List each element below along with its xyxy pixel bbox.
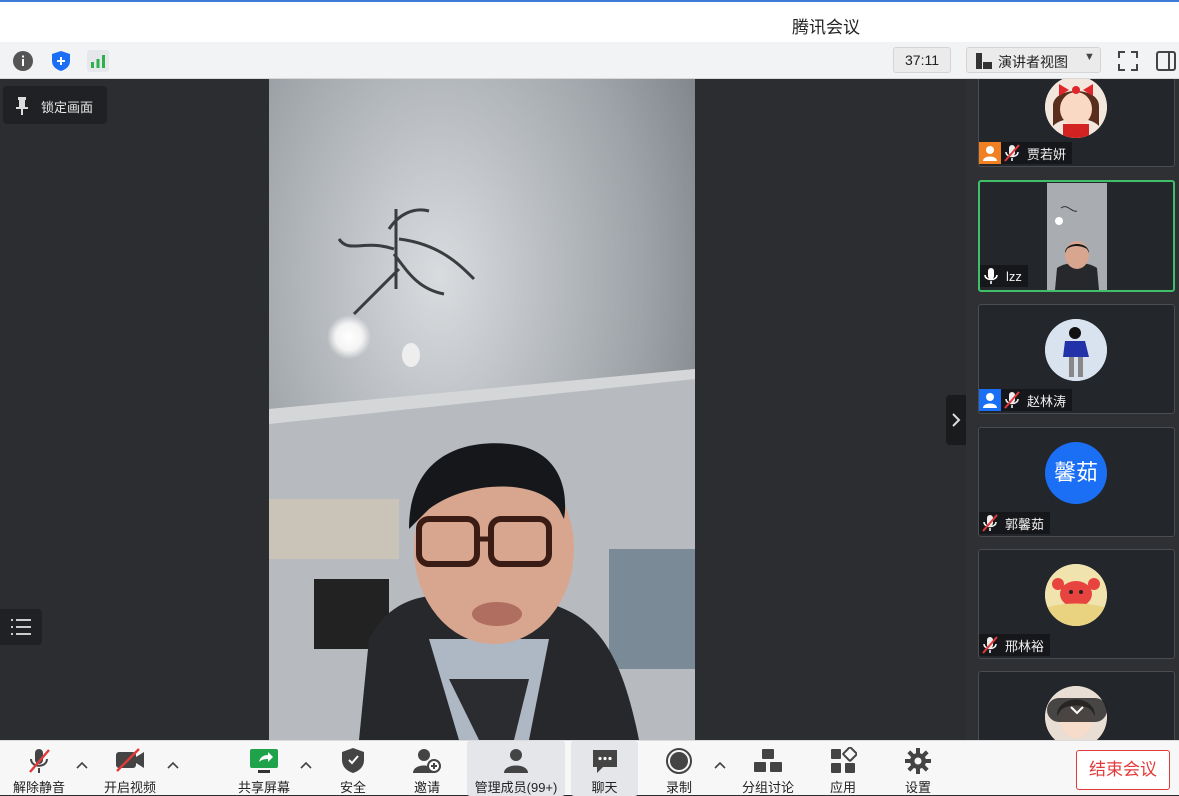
meeting-toolbar: 解除静音 开启视频 共享屏幕 安全 邀请 管理成员(99+) 聊天 录制 分组讨… [0, 740, 1179, 796]
participant-nametag: 贾若妍 [979, 142, 1073, 164]
participant-video-thumbnail [1047, 183, 1107, 290]
chat-icon [591, 747, 619, 778]
mic-muted-icon [979, 634, 1001, 656]
apps-button[interactable]: 应用 [820, 741, 866, 796]
avatar [1045, 79, 1107, 138]
participant-name: lzz [1006, 268, 1022, 284]
participant-tile[interactable]: 赵林涛 [978, 304, 1175, 414]
pin-icon [15, 97, 29, 118]
start-video-button[interactable]: 开启视频 [99, 741, 161, 796]
chevron-right-icon [951, 412, 961, 433]
record-button[interactable]: 录制 [656, 741, 702, 796]
mic-muted-icon [979, 512, 1001, 534]
settings-label: 设置 [904, 780, 931, 795]
participant-name: 贾若妍 [1027, 146, 1067, 162]
scroll-down-button[interactable] [1047, 698, 1107, 722]
window-title: 腾讯会议 [792, 18, 860, 37]
invite-button[interactable]: 邀请 [404, 741, 450, 796]
unmute-button[interactable]: 解除静音 [8, 741, 70, 796]
participant-nametag: 赵林涛 [979, 389, 1073, 411]
member-list-toggle[interactable] [0, 609, 42, 645]
host-badge-icon [979, 142, 1001, 164]
meeting-info-bar: 37:11 演讲者视图 ▼ [0, 42, 1179, 79]
speaker-view-icon [976, 53, 992, 72]
members-icon [502, 747, 530, 778]
invite-label: 邀请 [413, 780, 440, 795]
mic-muted-icon [1001, 142, 1023, 164]
host-badge-icon [979, 389, 1001, 411]
participant-tile[interactable]: 馨茹 郭馨茹 [978, 427, 1175, 537]
security-label: 安全 [339, 780, 366, 795]
participant-tile[interactable] [978, 671, 1175, 740]
fullscreen-icon[interactable] [1117, 50, 1139, 72]
list-icon [11, 617, 31, 642]
sidebar-toggle-icon[interactable] [1155, 50, 1177, 72]
participant-nametag: 郭馨茹 [979, 512, 1051, 534]
participant-tile[interactable]: 贾若妍 [978, 79, 1175, 167]
participant-nametag: lzz [980, 265, 1028, 287]
network-signal-icon[interactable] [87, 50, 109, 72]
camera-off-icon [114, 747, 146, 776]
chevron-up-icon[interactable] [713, 759, 727, 773]
apps-icon [829, 746, 858, 778]
settings-button[interactable]: 设置 [895, 741, 941, 796]
participant-name: 邢林裕 [1005, 638, 1045, 654]
chevron-up-icon[interactable] [166, 759, 180, 773]
apps-label: 应用 [829, 780, 856, 795]
window-title-bar: 腾讯会议 [0, 0, 1179, 42]
lock-view-button[interactable]: 锁定画面 [3, 86, 107, 124]
record-icon [665, 747, 693, 778]
lock-view-label: 锁定画面 [41, 100, 94, 115]
mic-muted-icon [1001, 389, 1023, 411]
share-screen-icon [249, 747, 279, 778]
end-meeting-button[interactable]: 结束会议 [1076, 750, 1170, 790]
breakout-label: 分组讨论 [741, 780, 794, 795]
chevron-up-icon[interactable] [299, 759, 313, 773]
add-user-icon [412, 747, 442, 778]
collapse-sidebar-button[interactable] [946, 395, 966, 445]
avatar-text: 馨茹 [1045, 442, 1107, 504]
shield-icon [340, 747, 366, 778]
security-button[interactable]: 安全 [330, 741, 376, 796]
record-label: 录制 [665, 780, 692, 795]
speaker-video[interactable] [269, 79, 695, 740]
start-video-label: 开启视频 [103, 780, 156, 795]
chevron-up-icon[interactable] [75, 759, 89, 773]
share-screen-button[interactable]: 共享屏幕 [233, 741, 295, 796]
manage-members-button[interactable]: 管理成员(99+) [467, 741, 565, 796]
mic-icon [980, 265, 1002, 287]
view-mode-dropdown[interactable]: 演讲者视图 ▼ [966, 47, 1101, 73]
participant-nametag: 邢林裕 [979, 634, 1051, 656]
participant-name: 赵林涛 [1027, 393, 1067, 409]
chat-label: 聊天 [591, 780, 618, 795]
chat-button[interactable]: 聊天 [571, 741, 638, 796]
participant-sidebar: 贾若妍 lzz 赵林涛 馨茹 郭馨茹 邢林裕 [966, 79, 1179, 740]
meeting-timer: 37:11 [893, 47, 951, 73]
participant-tile-active[interactable]: lzz [978, 180, 1175, 292]
chevron-down-icon [1069, 703, 1085, 721]
security-shield-icon[interactable] [50, 50, 72, 72]
info-icon[interactable] [12, 50, 34, 72]
mic-muted-icon [26, 747, 52, 778]
main-video-stage: 锁定画面 [0, 79, 966, 740]
participant-name: 郭馨茹 [1005, 516, 1045, 532]
caret-down-icon: ▼ [1084, 51, 1095, 63]
view-mode-label: 演讲者视图 [998, 54, 1068, 70]
unmute-label: 解除静音 [12, 780, 65, 795]
gear-icon [904, 747, 932, 778]
breakout-icon [753, 747, 783, 778]
breakout-rooms-button[interactable]: 分组讨论 [737, 741, 799, 796]
avatar [1045, 319, 1107, 381]
share-screen-label: 共享屏幕 [237, 780, 290, 795]
avatar [1045, 564, 1107, 626]
manage-members-label: 管理成员(99+) [474, 780, 558, 795]
participant-tile[interactable]: 邢林裕 [978, 549, 1175, 659]
